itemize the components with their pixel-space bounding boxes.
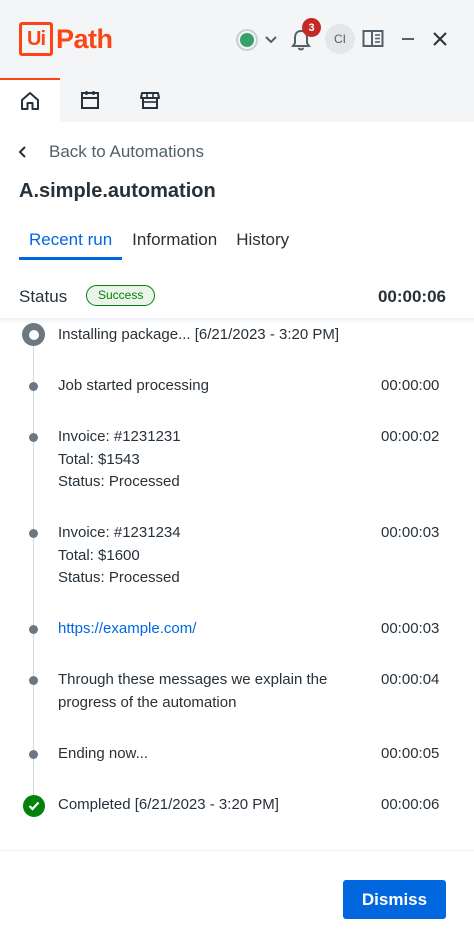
avatar[interactable]: CI (325, 24, 355, 54)
logo-mark: Ui (19, 22, 53, 56)
timeline-entry-text: Through these messages we explain the pr… (58, 669, 358, 714)
nav-tab-calendar[interactable] (60, 78, 120, 122)
timeline-dot (29, 750, 38, 759)
status-row: Status Success 00:00:06 (19, 284, 449, 310)
timeline-dot (29, 433, 38, 442)
close-icon[interactable] (430, 29, 450, 49)
timeline-entry-text: Job started processing (58, 375, 358, 398)
dismiss-button[interactable]: Dismiss (343, 880, 446, 919)
timeline-end-text: Completed [6/21/2023 - 3:20 PM] (58, 796, 279, 813)
timeline-dot (29, 676, 38, 685)
entry-line: Invoice: #1231231 (58, 428, 181, 445)
timeline-entry-time: 00:00:00 (381, 377, 440, 394)
entry-line: Ending now... (58, 745, 149, 762)
page-title: A.simple.automation (19, 180, 216, 202)
timeline-dot (29, 382, 38, 391)
entry-line: progress of the automation (58, 693, 237, 711)
total-duration: 00:00:06 (377, 287, 446, 306)
entry-line: Total: $1543 (58, 450, 140, 468)
status-dot (240, 33, 254, 47)
tab-recent-run[interactable]: Recent run (19, 228, 123, 260)
timeline-entry-time: 00:00:02 (381, 428, 440, 445)
timeline-entry-text: https://example.com/ (58, 618, 358, 641)
timeline-line (33, 340, 34, 806)
entry-line: Status: Processed (58, 569, 180, 586)
status-badge: Success (86, 285, 156, 306)
entry-line: Job started processing (58, 377, 209, 394)
title-bar: Ui Path 3 CI (0, 0, 474, 78)
entry-line: Invoice: #1231234 (58, 524, 181, 541)
timeline-entry-time: 00:00:03 (381, 524, 440, 541)
timeline-entry-time: 00:00:05 (381, 745, 440, 762)
timeline-dot (29, 529, 38, 538)
nav-tab-home[interactable] (0, 78, 60, 122)
timeline-entry-text: Invoice: #1231231 Total: $1543 Status: P… (58, 426, 358, 494)
minimize-icon[interactable] (398, 29, 418, 49)
chevron-down-icon[interactable] (262, 31, 280, 49)
tab-history[interactable]: History (236, 228, 289, 258)
entry-line: Status: Processed (58, 473, 180, 490)
timeline-entry-text: Ending now... (58, 743, 358, 766)
footer-divider (0, 850, 474, 851)
connection-status-icon[interactable] (236, 29, 258, 51)
timeline-entry-text: Invoice: #1231234 Total: $1600 Status: P… (58, 522, 358, 590)
timeline-start-text: Installing package... [6/21/2023 - 3:20 … (58, 326, 340, 343)
chevron-left-icon (18, 146, 26, 158)
logo-text: Path (56, 23, 113, 54)
main-nav (0, 78, 474, 122)
store-icon (140, 92, 160, 109)
timeline-end-time: 00:00:06 (381, 796, 440, 813)
detail-tabs: Recent run Information History (19, 228, 308, 260)
start-icon (22, 323, 45, 346)
example-link[interactable]: https://example.com/ (58, 620, 196, 637)
home-icon (21, 92, 39, 110)
notification-badge: 3 (302, 18, 321, 37)
entry-line: Through these messages we explain the (58, 671, 328, 688)
check-circle-icon (23, 795, 45, 817)
back-label: Back to Automations (49, 142, 204, 161)
uipath-logo: Ui Path (19, 22, 113, 56)
nav-tab-store[interactable] (120, 78, 180, 122)
back-to-automations-link[interactable]: Back to Automations (17, 140, 204, 164)
timeline-dot (29, 625, 38, 634)
tab-information[interactable]: Information (132, 228, 217, 258)
status-label: Status (19, 287, 68, 306)
entry-line: Total: $1600 (58, 546, 140, 564)
timeline-entry-time: 00:00:04 (381, 671, 440, 688)
calendar-icon (81, 91, 99, 109)
timeline-entry-time: 00:00:03 (381, 620, 440, 637)
panel-toggle-icon[interactable] (362, 29, 384, 49)
